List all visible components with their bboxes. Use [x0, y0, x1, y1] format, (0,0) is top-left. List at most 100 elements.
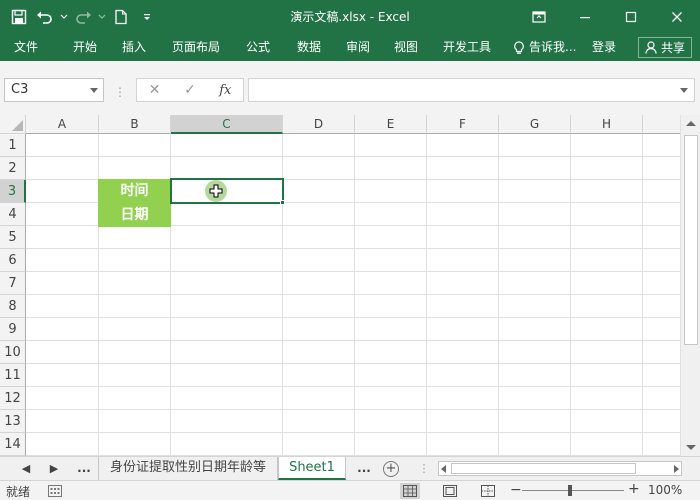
- horizontal-scrollbar[interactable]: [438, 461, 682, 476]
- zoom-slider[interactable]: [522, 490, 624, 491]
- worksheet-grid[interactable]: A B C D E F G H 1 2 3 4 5 6 7 8 9 10 11 …: [0, 115, 680, 456]
- tab-home[interactable]: 开始: [73, 34, 97, 61]
- name-box[interactable]: C3: [4, 78, 104, 102]
- gridline: [26, 432, 680, 433]
- gridline: [26, 340, 680, 341]
- fill-handle[interactable]: [280, 200, 285, 205]
- scroll-down-icon[interactable]: [686, 445, 696, 450]
- normal-view-icon[interactable]: [400, 483, 420, 499]
- tab-insert[interactable]: 插入: [122, 34, 146, 61]
- page-break-preview-icon[interactable]: [478, 483, 498, 499]
- horizontal-scroll-thumb[interactable]: [451, 463, 636, 474]
- title-bar: 演示文稿.xlsx - Excel: [0, 0, 700, 34]
- column-header-d[interactable]: D: [283, 115, 355, 134]
- formula-bar-grip-icon[interactable]: ⋮: [114, 85, 126, 99]
- row-header-2[interactable]: 2: [0, 157, 26, 180]
- expand-formula-bar-icon[interactable]: [680, 88, 688, 93]
- close-icon[interactable]: [654, 0, 700, 34]
- gridline: [26, 386, 680, 387]
- login-link[interactable]: 登录: [592, 34, 616, 61]
- scroll-right-icon[interactable]: [674, 465, 679, 473]
- ribbon-tabs: 文件 开始 插入 页面布局 公式 数据 审阅 视图 开发工具 告诉我... 登录…: [0, 34, 700, 61]
- scroll-left-icon[interactable]: [441, 465, 446, 473]
- tab-file[interactable]: 文件: [14, 34, 38, 61]
- gridline: [498, 134, 499, 456]
- vertical-scrollbar[interactable]: [680, 115, 700, 456]
- column-header-h[interactable]: H: [571, 115, 643, 134]
- tab-formulas[interactable]: 公式: [246, 34, 270, 61]
- maximize-icon[interactable]: [608, 0, 654, 34]
- tell-me-search[interactable]: 告诉我...: [513, 34, 576, 61]
- tab-view[interactable]: 视图: [394, 34, 418, 61]
- gridline: [26, 294, 680, 295]
- column-header-partial[interactable]: [643, 115, 680, 134]
- row-header-7[interactable]: 7: [0, 272, 26, 295]
- window-controls: [516, 0, 700, 34]
- row-header-14[interactable]: 14: [0, 433, 26, 456]
- cell-b3[interactable]: 时间: [98, 179, 171, 203]
- previous-sheet-icon[interactable]: ◀: [18, 457, 34, 480]
- row-header-12[interactable]: 12: [0, 387, 26, 410]
- zoom-out-button[interactable]: −: [510, 482, 522, 498]
- macro-recording-icon[interactable]: [48, 485, 62, 497]
- row-header-10[interactable]: 10: [0, 341, 26, 364]
- sheet-tab-bar: ◀ ▶ ... 身份证提取性别日期年龄等 Sheet1 ... + ⋮: [0, 456, 700, 480]
- name-box-dropdown-icon[interactable]: [90, 88, 98, 93]
- scroll-up-icon[interactable]: [686, 121, 696, 126]
- row-header-13[interactable]: 13: [0, 410, 26, 433]
- tab-review[interactable]: 审阅: [346, 34, 370, 61]
- zoom-in-button[interactable]: +: [628, 481, 640, 497]
- minimize-icon[interactable]: [562, 0, 608, 34]
- zoom-level[interactable]: 100%: [648, 483, 682, 497]
- ribbon-collapsed-area: [0, 61, 700, 74]
- gridline: [570, 134, 571, 456]
- enter-icon[interactable]: ✓: [172, 82, 207, 98]
- zoom-slider-thumb[interactable]: [568, 485, 572, 496]
- formula-input[interactable]: [248, 78, 695, 102]
- formula-buttons: ✕ ✓ fx: [136, 78, 244, 102]
- column-header-b[interactable]: B: [99, 115, 171, 134]
- column-header-f[interactable]: F: [427, 115, 499, 134]
- tab-splitter-icon[interactable]: ⋮: [418, 457, 430, 480]
- add-sheet-button[interactable]: +: [383, 461, 399, 477]
- column-header-c[interactable]: C: [171, 115, 283, 134]
- tab-developer[interactable]: 开发工具: [443, 34, 491, 61]
- select-all-button[interactable]: [0, 115, 26, 134]
- row-header-9[interactable]: 9: [0, 318, 26, 341]
- gridline: [642, 134, 643, 456]
- column-header-e[interactable]: E: [355, 115, 427, 134]
- row-header-1[interactable]: 1: [0, 134, 26, 157]
- share-button[interactable]: 共享: [637, 37, 692, 58]
- gridline: [426, 134, 427, 456]
- cancel-icon[interactable]: ✕: [137, 82, 172, 98]
- ribbon-display-options-icon[interactable]: [516, 0, 562, 34]
- tell-me-label: 告诉我...: [529, 40, 577, 54]
- row-header-4[interactable]: 4: [0, 203, 26, 226]
- sheet-tab-id-extract[interactable]: 身份证提取性别日期年龄等: [98, 457, 278, 480]
- row-header-11[interactable]: 11: [0, 364, 26, 387]
- column-header-a[interactable]: A: [26, 115, 99, 134]
- gridline: [26, 271, 680, 272]
- sheet-tab-sheet1[interactable]: Sheet1: [278, 457, 346, 480]
- insert-function-icon[interactable]: fx: [208, 83, 243, 98]
- more-sheets-left[interactable]: ...: [74, 457, 94, 480]
- row-header-8[interactable]: 8: [0, 295, 26, 318]
- vertical-scroll-thumb[interactable]: [684, 135, 698, 345]
- name-box-value: C3: [11, 82, 29, 97]
- gridline: [354, 134, 355, 456]
- cell-b4[interactable]: 日期: [98, 203, 171, 227]
- more-sheets-right[interactable]: ...: [354, 457, 374, 480]
- status-bar: 就绪 − + 100%: [0, 480, 700, 500]
- next-sheet-icon[interactable]: ▶: [46, 457, 62, 480]
- row-header-5[interactable]: 5: [0, 226, 26, 249]
- cell-cursor-icon: [209, 184, 223, 198]
- row-header-6[interactable]: 6: [0, 249, 26, 272]
- tab-data[interactable]: 数据: [297, 34, 321, 61]
- column-header-g[interactable]: G: [499, 115, 571, 134]
- row-header-3[interactable]: 3: [0, 180, 26, 203]
- user-icon: [645, 41, 657, 54]
- page-layout-view-icon[interactable]: [440, 483, 460, 499]
- gridline: [26, 156, 680, 157]
- selected-cell-c3[interactable]: [170, 178, 284, 204]
- tab-page-layout[interactable]: 页面布局: [172, 34, 220, 61]
